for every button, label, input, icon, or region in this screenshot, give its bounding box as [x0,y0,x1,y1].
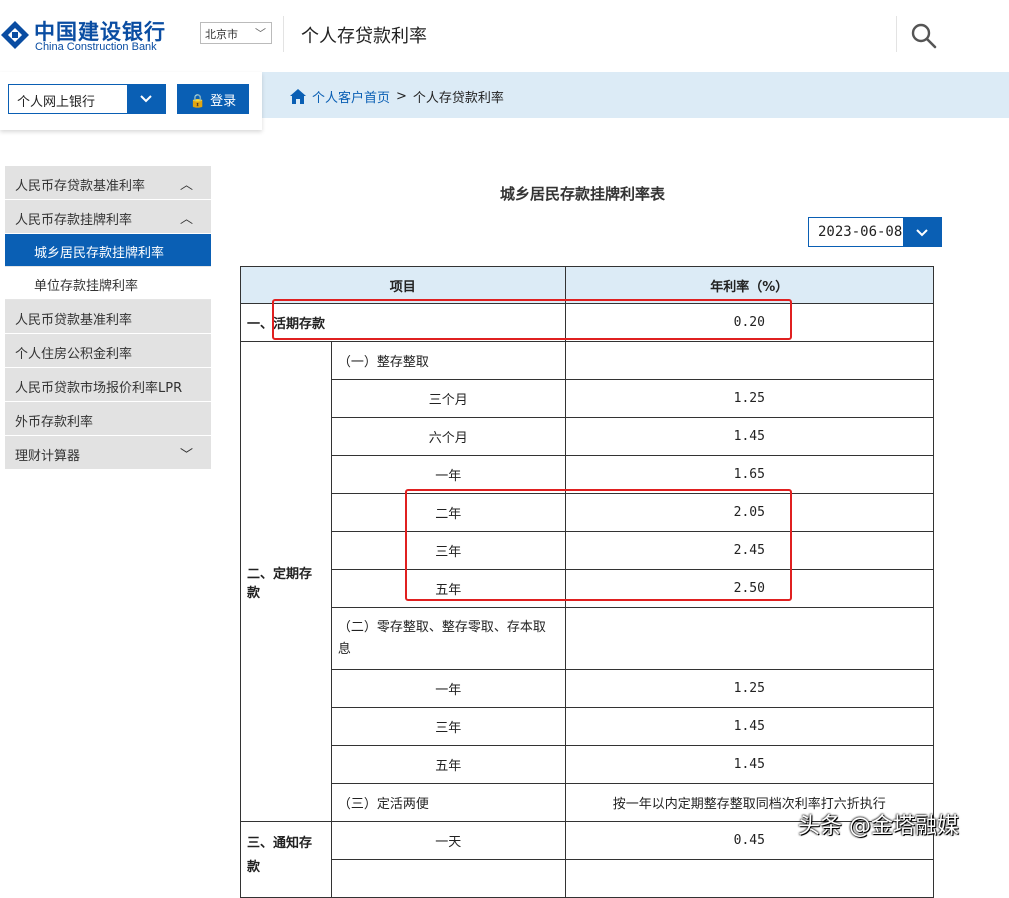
login-button[interactable]: 🔒 登录 [177,84,249,114]
sidebar-item-label: 人民币存贷款基准利率 [15,179,146,194]
search-icon[interactable] [910,22,938,50]
sidebar-item-calculator[interactable]: 理财计算器 ﹀ [5,436,211,470]
rate-value [564,607,935,670]
rate-value: 1.45 [564,417,935,456]
header-divider [896,16,897,52]
home-icon[interactable] [290,89,306,104]
row-label: 一天 [330,821,566,860]
chevron-up-icon: ︿ [179,212,193,227]
table-row: 三年 1.45 [241,707,935,746]
chevron-down-icon[interactable] [903,218,941,246]
table-row: 三个月 1.25 [241,379,935,418]
sidebar-item-label: 外币存款利率 [15,415,94,430]
row-label: 一年 [330,669,566,708]
row-label: 五年 [330,745,566,784]
online-banking-select[interactable]: 个人网上银行 [8,84,166,114]
lock-icon: 🔒 [189,94,207,109]
rate-value [564,341,935,380]
chevron-down-icon: ﹀ [255,27,266,40]
header: 中国建设银行 China Construction Bank 北京市 ﹀ 个人存… [0,0,1009,72]
online-banking-select-value: 个人网上银行 [17,95,96,110]
sidebar-item-label: 人民币存款挂牌利率 [15,213,133,228]
row-label: 五年 [330,569,566,608]
breadcrumb-current: 个人存贷款利率 [412,91,504,106]
rate-value: 1.45 [564,707,935,746]
table-row: （二）零存整取、整存零取、存本取息 [241,607,935,670]
rate-value: 1.25 [564,669,935,708]
page-title: 个人存贷款利率 [301,26,427,47]
table-row: 二、定期存款 （一）整存整取 [240,341,935,822]
chevron-down-icon: ﹀ [179,448,193,463]
sidebar-item-label: 个人住房公积金利率 [15,347,133,362]
table-row: 五年 2.50 [241,569,935,608]
logo-english-text: China Construction Bank [35,41,157,53]
column-header-rate: 年利率（%） [564,266,935,304]
row-label [330,859,566,898]
table-row: 一年 1.65 [241,455,935,494]
rate-value: 1.45 [564,745,935,784]
sidebar-subitem-resident-deposit[interactable]: 城乡居民存款挂牌利率 [5,234,211,267]
table-row [241,859,935,898]
rate-value: 2.05 [564,493,935,532]
table-row: 三年 2.45 [241,531,935,570]
watermark: 头条 @金塔融媒 [798,814,959,839]
table-title: 城乡居民存款挂牌利率表 [500,185,666,203]
breadcrumb-separator: > [396,89,407,104]
sidebar-item-foreign-deposit[interactable]: 外币存款利率 [5,402,211,436]
breadcrumb-home-link[interactable]: 个人客户首页 [312,87,390,106]
row-label: 一年 [330,455,566,494]
table-row: 五年 1.45 [241,745,935,784]
rate-value: 2.45 [564,531,935,570]
row-label: 一、活期存款 [240,303,566,342]
rate-value [564,859,935,898]
city-select[interactable]: 北京市 ﹀ [200,22,272,44]
sidebar-item-lpr[interactable]: 人民币贷款市场报价利率LPR [5,368,211,402]
table-row: 二年 2.05 [241,493,935,532]
header-divider [283,16,284,52]
rate-table: 项目 年利率（%） 一、活期存款 0.20 二、定期存款 （一）整存整取 三个月… [240,266,935,898]
table-header-row: 项目 年利率（%） [240,266,935,304]
ccb-logo[interactable]: 中国建设银行 China Construction Bank [0,16,200,56]
table-row: 六个月 1.45 [241,417,935,456]
row-label: （三）定活两便 [330,783,566,822]
sidebar-item-loan-benchmark[interactable]: 人民币贷款基准利率 [5,300,211,334]
row-label: （一）整存整取 [330,341,566,380]
row-label: 三个月 [330,379,566,418]
breadcrumb: 个人客户首页 > 个人存贷款利率 [290,87,504,106]
rate-value: 1.25 [564,379,935,418]
sidebar-item-label: 人民币贷款基准利率 [15,313,133,328]
sidebar: 人民币存贷款基准利率 ︿ 人民币存款挂牌利率 ︿ 城乡居民存款挂牌利率 单位存款… [5,166,211,470]
row-group-label: 二、定期存款 [240,341,332,822]
row-label: 三年 [330,531,566,570]
login-button-label: 登录 [210,94,237,109]
row-label: 二年 [330,493,566,532]
date-select[interactable]: 2023-06-08 [808,217,942,247]
sidebar-item-label: 理财计算器 [15,449,81,464]
row-label: （二）零存整取、整存零取、存本取息 [330,607,566,670]
sidebar-item-deposit-listed-rates[interactable]: 人民币存款挂牌利率 ︿ [5,200,211,234]
sidebar-item-housing-fund[interactable]: 个人住房公积金利率 [5,334,211,368]
sidebar-item-label: 人民币贷款市场报价利率LPR [15,381,183,396]
sidebar-item-benchmark-rates[interactable]: 人民币存贷款基准利率 ︿ [5,166,211,200]
row-group-label: 三、通知存款 [240,821,332,898]
login-panel: 个人网上银行 🔒 登录 [0,72,262,130]
rate-value: 2.50 [564,569,935,608]
date-select-value: 2023-06-08 [818,224,903,240]
column-header-item: 项目 [240,266,566,304]
rate-value: 1.65 [564,455,935,494]
rate-value: 0.20 [564,303,935,342]
ccb-logo-icon [1,21,29,49]
row-label: 六个月 [330,417,566,456]
table-row: 一、活期存款 0.20 [240,303,935,342]
table-row: 一年 1.25 [241,669,935,708]
row-label: 三年 [330,707,566,746]
sidebar-subitem-corporate-deposit[interactable]: 单位存款挂牌利率 [5,267,211,300]
city-select-value: 北京市 [205,28,238,41]
chevron-up-icon: ︿ [179,178,193,193]
chevron-down-icon[interactable] [127,85,165,113]
